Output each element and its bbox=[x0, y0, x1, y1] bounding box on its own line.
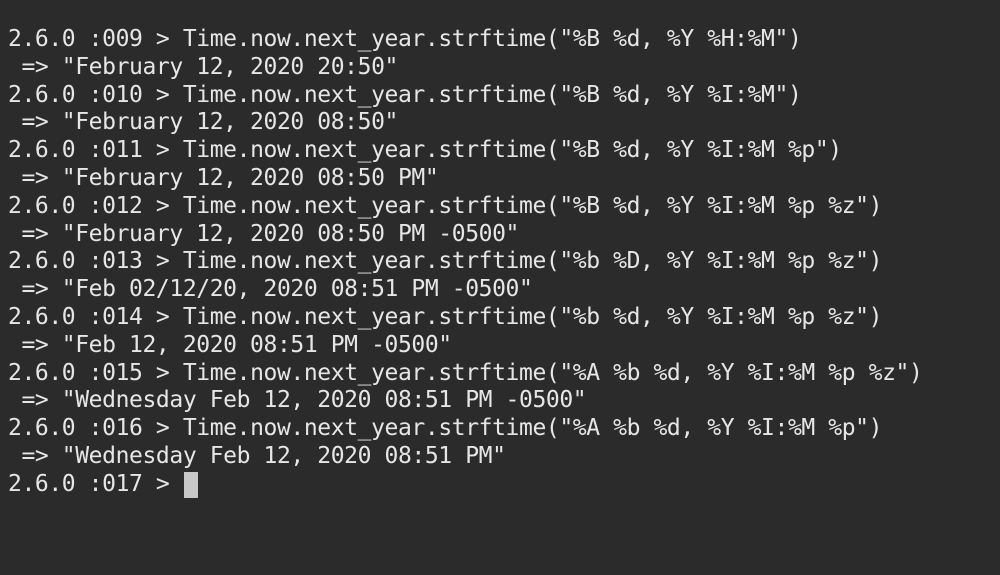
command-input: Time.now.next_year.strftime("%A %b %d, %… bbox=[182, 415, 883, 442]
command-input: Time.now.next_year.strftime("%b %D, %Y %… bbox=[182, 248, 883, 275]
command-output: => "Wednesday Feb 12, 2020 08:51 PM" bbox=[8, 442, 506, 469]
command-output: => "Wednesday Feb 12, 2020 08:51 PM -050… bbox=[8, 387, 587, 414]
command-line: 2.6.0 :013 > Time.now.next_year.strftime… bbox=[8, 248, 1000, 276]
prompt: 2.6.0 :012 > bbox=[8, 192, 183, 219]
command-output: => "February 12, 2020 20:50" bbox=[8, 53, 398, 80]
command-line: 2.6.0 :016 > Time.now.next_year.strftime… bbox=[8, 415, 1000, 443]
command-output: => "February 12, 2020 08:50" bbox=[8, 109, 398, 136]
prompt: 2.6.0 :011 > bbox=[8, 137, 183, 164]
text-cursor[interactable] bbox=[183, 471, 198, 498]
command-line: 2.6.0 :015 > Time.now.next_year.strftime… bbox=[8, 360, 1000, 388]
command-line: 2.6.0 :010 > Time.now.next_year.strftime… bbox=[8, 82, 1000, 110]
command-input: Time.now.next_year.strftime("%A %b %d, %… bbox=[182, 359, 923, 386]
current-prompt: 2.6.0 :017 > bbox=[8, 470, 183, 497]
command-line: 2.6.0 :011 > Time.now.next_year.strftime… bbox=[8, 137, 1000, 165]
command-input: Time.now.next_year.strftime("%B %d, %Y %… bbox=[182, 192, 883, 219]
prompt: 2.6.0 :009 > bbox=[8, 26, 183, 52]
command-line: 2.6.0 :014 > Time.now.next_year.strftime… bbox=[8, 304, 1000, 332]
prompt: 2.6.0 :015 > bbox=[8, 359, 183, 386]
command-line: 2.6.0 :009 > Time.now.next_year.strftime… bbox=[8, 26, 1000, 54]
command-input: Time.now.next_year.strftime("%B %d, %Y %… bbox=[182, 81, 802, 108]
command-input: Time.now.next_year.strftime("%B %d, %Y %… bbox=[182, 26, 802, 52]
command-line: 2.6.0 :012 > Time.now.next_year.strftime… bbox=[8, 193, 1000, 221]
active-prompt-line[interactable]: 2.6.0 :017 > bbox=[8, 471, 1000, 499]
command-output: => "February 12, 2020 08:50 PM" bbox=[8, 164, 439, 191]
command-output: => "Feb 02/12/20, 2020 08:51 PM -0500" bbox=[8, 276, 533, 303]
command-input: Time.now.next_year.strftime("%b %d, %Y %… bbox=[182, 303, 883, 330]
prompt: 2.6.0 :016 > bbox=[8, 415, 183, 442]
prompt: 2.6.0 :010 > bbox=[8, 81, 183, 108]
prompt: 2.6.0 :014 > bbox=[8, 303, 183, 330]
command-input: Time.now.next_year.strftime("%B %d, %Y %… bbox=[182, 137, 842, 164]
terminal-window[interactable]: 2.6.0 :009 > Time.now.next_year.strftime… bbox=[0, 0, 1000, 575]
command-output: => "February 12, 2020 08:50 PM -0500" bbox=[8, 220, 519, 247]
command-output: => "Feb 12, 2020 08:51 PM -0500" bbox=[8, 331, 452, 358]
prompt: 2.6.0 :013 > bbox=[8, 248, 183, 275]
